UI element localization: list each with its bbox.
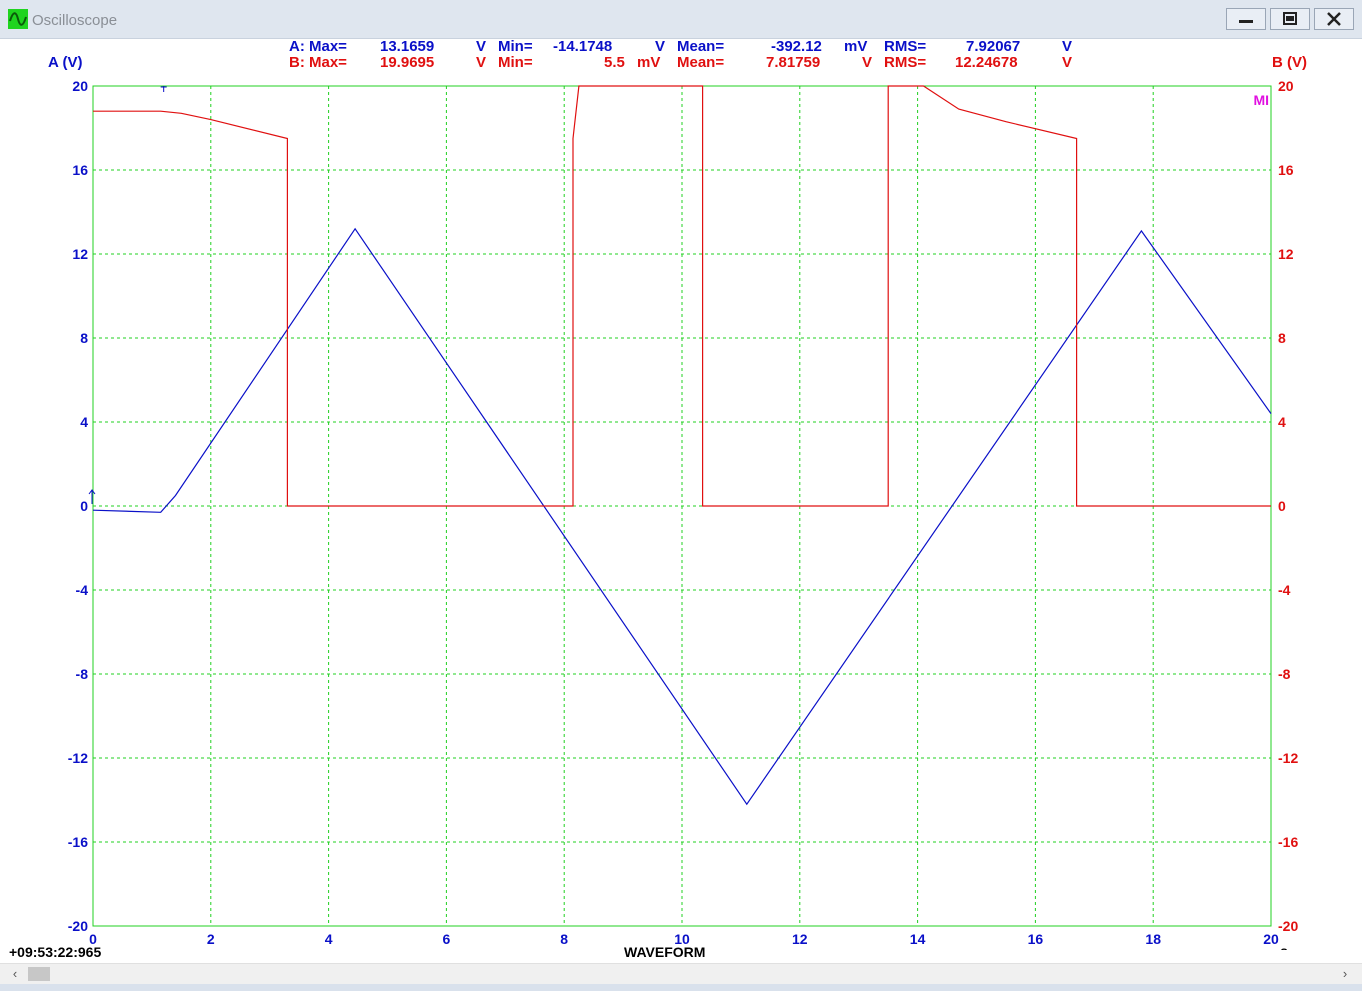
measurement-stats: A: Max= 13.1659 V Min= -14.1748 V Mean= … <box>0 38 1362 72</box>
right-y-tick-label: 8 <box>1278 330 1286 346</box>
b-max-value: 19.9695 <box>380 54 435 71</box>
b-max-label: B: Max= <box>289 54 347 71</box>
b-min-label: Min= <box>498 54 533 71</box>
x-tick-label: 4 <box>325 931 333 947</box>
window-titlebar: Oscilloscope <box>0 0 1362 39</box>
x-tick-label: 14 <box>910 931 926 947</box>
right-y-tick-label: 12 <box>1278 246 1294 262</box>
x-tick-label: 16 <box>1028 931 1044 947</box>
minimize-icon <box>1239 20 1253 23</box>
left-y-tick-label: 4 <box>80 414 88 430</box>
right-y-tick-label: -8 <box>1278 666 1291 682</box>
window-bottom-border <box>0 984 1362 991</box>
left-y-tick-label: 20 <box>72 78 88 94</box>
right-y-tick-label: -4 <box>1278 582 1291 598</box>
maximize-icon <box>1283 12 1297 25</box>
left-y-tick-label: -8 <box>76 666 89 682</box>
x-tick-label: 2 <box>207 931 215 947</box>
right-y-tick-label: 16 <box>1278 162 1294 178</box>
horizontal-scrollbar[interactable]: ‹ › <box>0 963 1362 984</box>
x-tick-label: 18 <box>1145 931 1161 947</box>
left-y-tick-label: 12 <box>72 246 88 262</box>
a-min-unit: V <box>655 38 666 55</box>
b-rms-label: RMS= <box>884 54 927 71</box>
right-axis-title: B (V) <box>1272 54 1307 71</box>
scroll-right-icon[interactable]: › <box>1336 965 1354 983</box>
right-y-tick-label: -12 <box>1278 750 1298 766</box>
window-title: Oscilloscope <box>32 12 118 29</box>
b-max-unit: V <box>476 54 487 71</box>
left-y-tick-label: 0 <box>80 498 88 514</box>
a-mean-label: Mean= <box>677 38 725 55</box>
a-min-label: Min= <box>498 38 533 55</box>
close-icon <box>1327 12 1341 26</box>
left-y-tick-label: -4 <box>76 582 89 598</box>
b-min-value: 5.5 <box>604 54 625 71</box>
left-y-tick-label: 16 <box>72 162 88 178</box>
trigger-timestamp: +09:53:22:965 <box>9 944 102 960</box>
close-button[interactable] <box>1314 8 1354 30</box>
right-y-tick-label: 20 <box>1278 78 1294 94</box>
b-rms-unit: V <box>1062 54 1073 71</box>
b-mean-label: Mean= <box>677 54 725 71</box>
scroll-left-icon[interactable]: ‹ <box>6 965 24 983</box>
maximize-button[interactable] <box>1270 8 1310 30</box>
left-y-tick-label: -12 <box>68 750 88 766</box>
x-unit-label: s <box>1280 943 1288 950</box>
right-y-tick-label: 0 <box>1278 498 1286 514</box>
b-mean-value: 7.81759 <box>766 54 821 71</box>
x-tick-label: 20 <box>1263 931 1279 947</box>
right-y-tick-label: 4 <box>1278 414 1286 430</box>
mi-marker-label: MI <box>1253 92 1269 108</box>
right-y-tick-label: -16 <box>1278 834 1298 850</box>
oscilloscope-app-icon <box>8 9 28 29</box>
x-tick-label: 12 <box>792 931 808 947</box>
right-y-tick-label: -20 <box>1278 918 1298 934</box>
oscilloscope-plot[interactable]: 02468101214161820s202016161212884400-4-4… <box>0 70 1362 950</box>
a-rms-value: 7.92067 <box>966 38 1021 55</box>
left-axis-title: A (V) <box>48 54 83 71</box>
left-y-tick-label: 8 <box>80 330 88 346</box>
x-tick-label: 6 <box>443 931 451 947</box>
a-max-label: A: Max= <box>289 38 347 55</box>
a-rms-label: RMS= <box>884 38 927 55</box>
scrollbar-thumb[interactable] <box>28 967 50 981</box>
a-min-value: -14.1748 <box>553 38 613 55</box>
channel-a-ground-marker-icon[interactable] <box>88 489 96 504</box>
left-y-tick-label: -20 <box>68 918 88 934</box>
left-y-tick-label: -16 <box>68 834 88 850</box>
minimize-button[interactable] <box>1226 8 1266 30</box>
b-mean-unit: V <box>862 54 873 71</box>
a-mean-unit: mV <box>844 38 868 55</box>
trigger-marker-icon[interactable] <box>160 86 167 92</box>
x-axis-title: WAVEFORM <box>624 944 706 960</box>
a-mean-value: -392.12 <box>771 38 822 55</box>
a-rms-unit: V <box>1062 38 1073 55</box>
a-max-value: 13.1659 <box>380 38 435 55</box>
b-min-unit: mV <box>637 54 661 71</box>
b-rms-value: 12.24678 <box>955 54 1018 71</box>
x-tick-label: 8 <box>560 931 568 947</box>
a-max-unit: V <box>476 38 487 55</box>
